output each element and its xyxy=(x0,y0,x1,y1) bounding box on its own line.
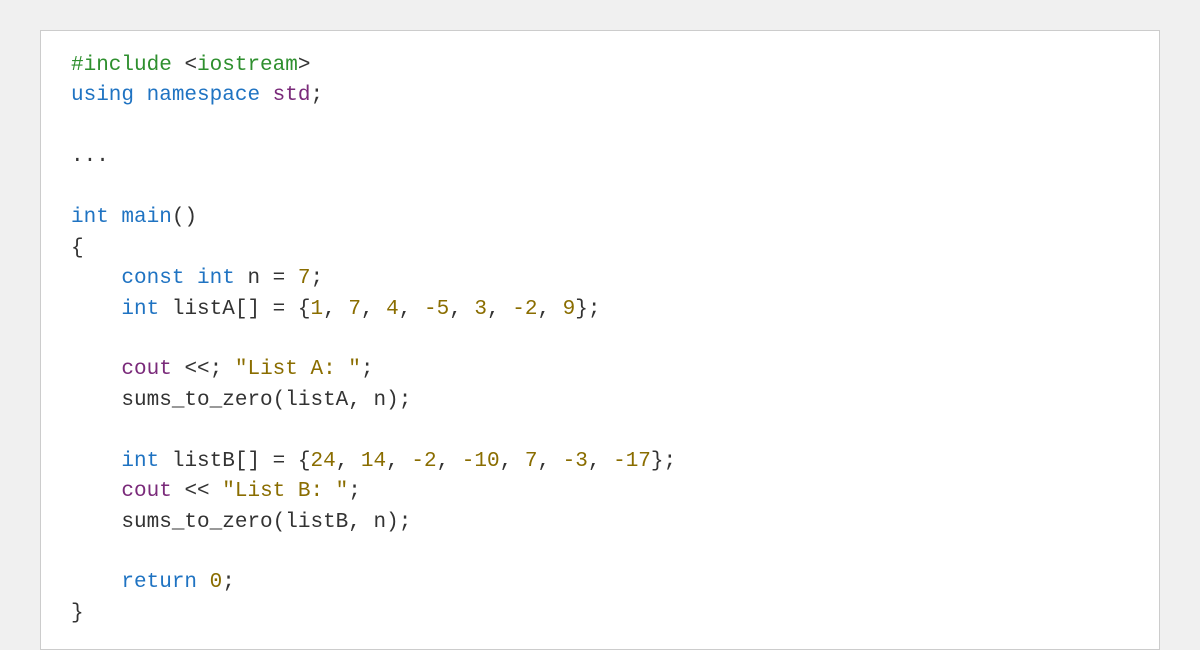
code-block: #include <iostream> using namespace std;… xyxy=(40,30,1160,650)
line-call-b: sums_to_zero(listB, n); xyxy=(71,511,411,534)
line-cout-b: cout << "List B: "; xyxy=(71,480,361,503)
line-const-n: const int n = 7; xyxy=(71,267,323,290)
line-ellipsis: ... xyxy=(71,145,109,168)
line-include: #include <iostream> xyxy=(71,54,310,77)
code-content: #include <iostream> using namespace std;… xyxy=(71,51,1129,629)
line-using: using namespace std; xyxy=(71,84,323,107)
line-call-a: sums_to_zero(listA, n); xyxy=(71,389,411,412)
line-return: return 0; xyxy=(71,571,235,594)
line-close-brace: } xyxy=(71,602,84,625)
line-cout-a: cout <<; "List A: "; xyxy=(71,358,374,381)
line-open-brace: { xyxy=(71,237,84,260)
line-main-sig: int main() xyxy=(71,206,197,229)
line-lista-decl: int listA[] = {1, 7, 4, -5, 3, -2, 9}; xyxy=(71,298,601,321)
line-listb-decl: int listB[] = {24, 14, -2, -10, 7, -3, -… xyxy=(71,450,676,473)
